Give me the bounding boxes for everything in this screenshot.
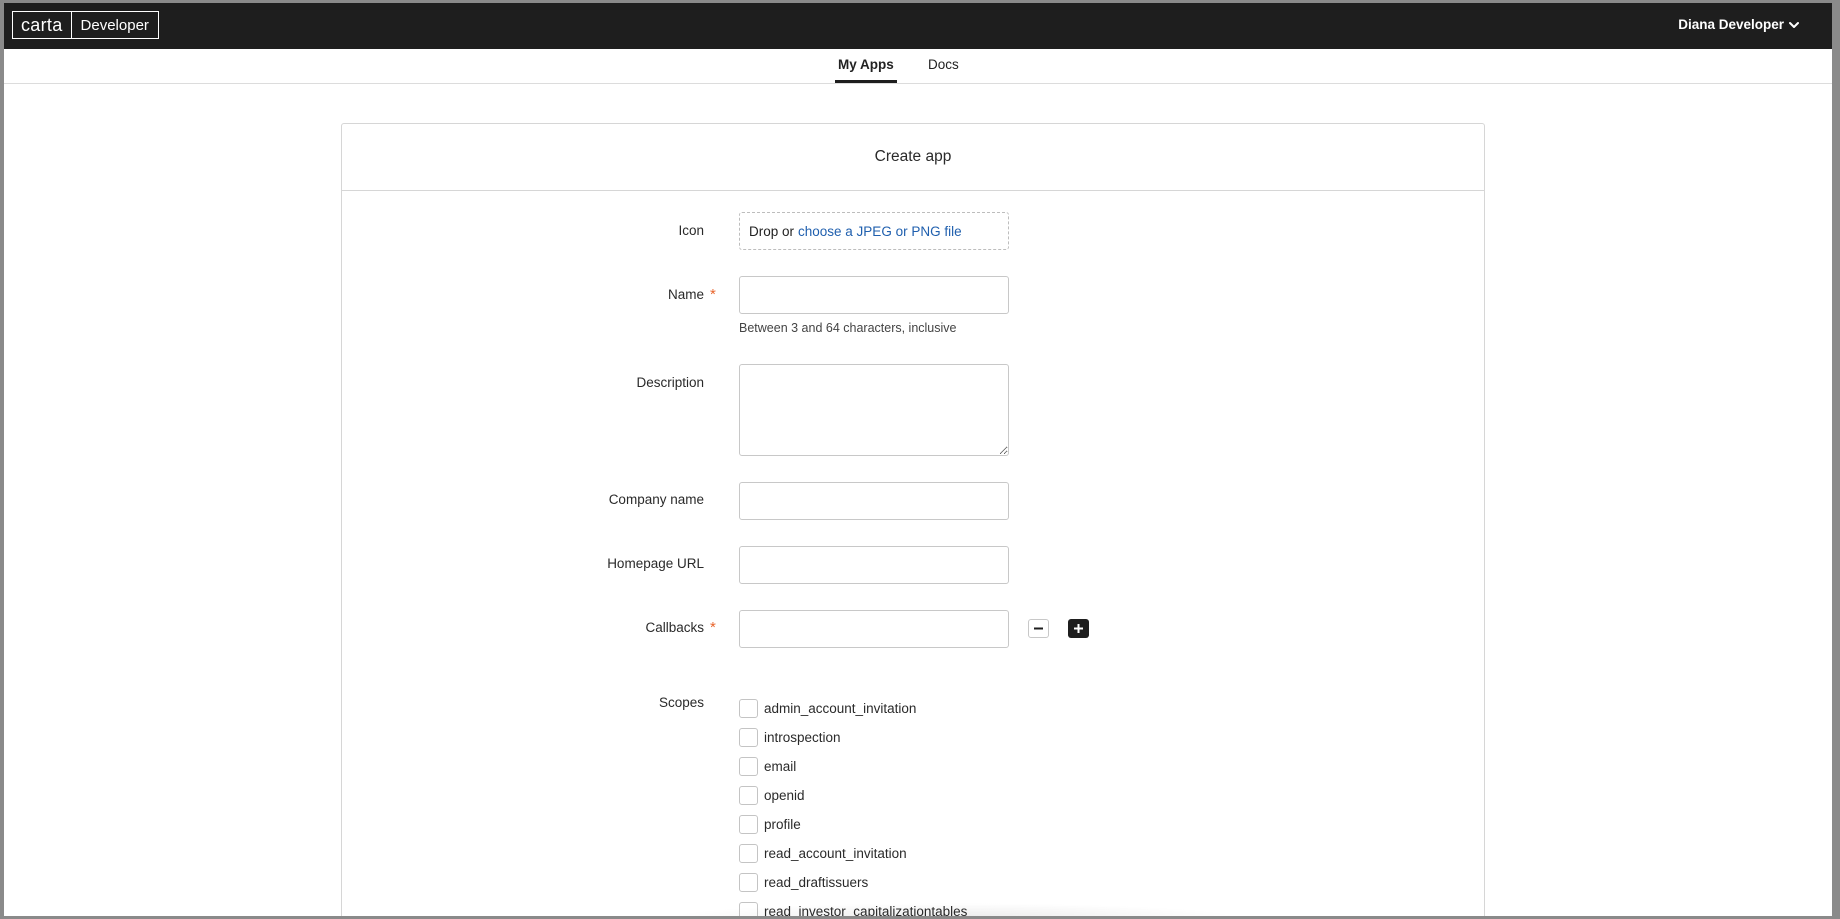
icon-dropzone[interactable]: Drop or choose a JPEG or PNG file <box>739 212 1009 250</box>
scope-label: read_account_invitation <box>764 846 907 861</box>
name-label: Name * <box>667 286 716 303</box>
dropzone-text: Drop or <box>749 223 795 239</box>
remove-callback-button[interactable] <box>1028 619 1049 638</box>
company-name-label: Company name <box>608 492 704 507</box>
scope-checkbox[interactable] <box>739 873 758 892</box>
scope-item-email[interactable]: email <box>739 752 967 781</box>
create-app-card: Create app Icon Drop or choose a JPEG or… <box>341 123 1485 916</box>
card-title: Create app <box>342 124 1484 191</box>
name-input[interactable] <box>739 276 1009 314</box>
scope-label: read_draftissuers <box>764 875 869 890</box>
scope-item-introspection[interactable]: introspection <box>739 723 967 752</box>
scopes-label: Scopes <box>658 695 704 710</box>
scope-item-openid[interactable]: openid <box>739 781 967 810</box>
tab-my-apps[interactable]: My Apps <box>835 49 897 83</box>
description-textarea[interactable] <box>739 364 1009 456</box>
scope-label: profile <box>764 817 801 832</box>
required-asterisk: * <box>710 619 716 636</box>
scope-list: admin_account_invitation introspection e… <box>739 694 967 916</box>
scope-item-profile[interactable]: profile <box>739 810 967 839</box>
scope-checkbox[interactable] <box>739 728 758 747</box>
plus-icon <box>1074 624 1083 633</box>
scope-checkbox[interactable] <box>739 786 758 805</box>
description-label: Description <box>636 375 704 390</box>
icon-label: Icon <box>678 223 704 238</box>
name-label-text: Name <box>667 287 704 302</box>
nav-bar: My Apps Docs <box>4 49 1832 84</box>
scope-label: introspection <box>764 730 841 745</box>
homepage-url-input[interactable] <box>739 546 1009 584</box>
user-menu[interactable]: Diana Developer <box>1678 17 1799 32</box>
callback-url-input[interactable] <box>739 610 1009 648</box>
scope-label: openid <box>764 788 805 803</box>
chevron-down-icon <box>1789 21 1799 28</box>
scroll-shadow <box>664 903 1244 916</box>
carta-developer-logo[interactable]: carta Developer <box>12 11 159 39</box>
logo-brand: carta <box>13 12 72 38</box>
scope-checkbox[interactable] <box>739 815 758 834</box>
scope-checkbox[interactable] <box>739 757 758 776</box>
callbacks-label: Callbacks * <box>645 619 715 636</box>
tab-docs[interactable]: Docs <box>928 49 959 83</box>
scope-item-read-draftissuers[interactable]: read_draftissuers <box>739 868 967 897</box>
homepage-url-label: Homepage URL <box>607 556 704 571</box>
scope-label: email <box>764 759 797 774</box>
browser-window: carta Developer Diana Developer My Apps … <box>4 3 1832 916</box>
scope-item-read-account-invitation[interactable]: read_account_invitation <box>739 839 967 868</box>
scope-checkbox[interactable] <box>739 844 758 863</box>
minus-icon <box>1034 627 1043 630</box>
scope-label: admin_account_invitation <box>764 701 917 716</box>
user-name: Diana Developer <box>1678 17 1784 32</box>
name-help-text: Between 3 and 64 characters, inclusive <box>739 321 957 335</box>
choose-file-link[interactable]: choose a JPEG or PNG file <box>798 224 962 239</box>
top-bar: carta Developer Diana Developer <box>4 3 1832 49</box>
add-callback-button[interactable] <box>1068 619 1089 638</box>
callbacks-label-text: Callbacks <box>645 620 704 635</box>
company-name-input[interactable] <box>739 482 1009 520</box>
scope-checkbox[interactable] <box>739 699 758 718</box>
required-asterisk: * <box>710 286 716 303</box>
logo-product: Developer <box>80 16 149 34</box>
scope-item-admin-account-invitation[interactable]: admin_account_invitation <box>739 694 967 723</box>
